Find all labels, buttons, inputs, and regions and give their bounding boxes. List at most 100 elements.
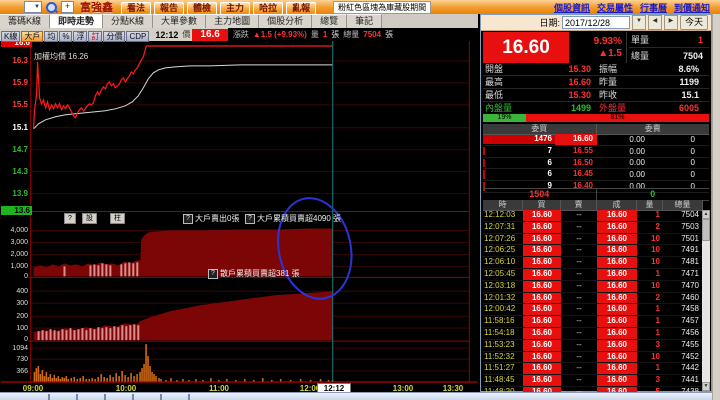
trade-bid: 16.60 [523, 351, 561, 363]
y-axis-label: 13.6 [1, 206, 32, 215]
trade-row: 12:07:31 16.60 -- 16.60 2 7503 [483, 221, 703, 234]
tab-6[interactable]: 總覽 [312, 14, 348, 28]
date-dropdown-icon[interactable]: ▼ [631, 15, 646, 30]
chart-toggle-4[interactable]: 浮 [73, 30, 88, 42]
scroll-down-icon[interactable]: ▼ [702, 382, 710, 391]
treasury-stripe [63, 266, 66, 277]
y-axis-label: 13.9 [12, 189, 28, 198]
volume-bar [133, 376, 135, 383]
scroll-up-icon[interactable]: ▲ [702, 210, 710, 219]
topbar-link-1[interactable]: 交易屬性 [597, 1, 633, 14]
scroll-thumb[interactable] [702, 219, 710, 241]
trade-volume: 10 [651, 233, 660, 243]
tab-3[interactable]: 大單參數 [153, 14, 207, 28]
treasury-stripe [120, 264, 123, 277]
volume-bar [124, 375, 126, 383]
ask-qty: 0 [690, 134, 695, 144]
trade-row: 12:07:26 16.60 -- 16.60 10 7501 [483, 233, 703, 246]
today-button[interactable]: 今天 [679, 15, 708, 30]
help-icon[interactable]: ? [183, 213, 193, 224]
toolbar-button-3[interactable]: 主力 [220, 2, 251, 15]
trade-list-scrollbar[interactable]: ▲ ▼ [702, 210, 710, 391]
book-row: 6 16.50 0.00 0 [483, 158, 709, 170]
help-icon[interactable]: ? [208, 268, 218, 279]
quote-label: 振幅 [599, 64, 618, 74]
chart-toggle-6[interactable]: 分價 [103, 30, 126, 42]
quote-value: 16.60 [568, 76, 591, 87]
trade-ask: -- [576, 245, 582, 255]
trade-col-header: 時 [483, 200, 523, 210]
toolbar-button-0[interactable]: 看法 [121, 2, 152, 15]
volume-bar [41, 370, 44, 383]
volume-bar [136, 374, 138, 383]
toolbar-button-4[interactable]: 哈拉 [253, 2, 284, 15]
trade-ask: -- [576, 327, 582, 337]
stock-picker-dropdown[interactable]: ▼ [24, 1, 42, 13]
trade-total: 7456 [681, 327, 699, 337]
volume-bar [43, 376, 46, 383]
treasury-stripe [61, 329, 64, 341]
y-axis-label: 16.3 [12, 56, 28, 65]
y-axis-label: 200 [16, 313, 28, 320]
volume-bar [53, 375, 56, 383]
date-input[interactable] [561, 16, 630, 29]
trade-total: 7504 [681, 210, 699, 219]
trade-time: 11:53:23 [484, 339, 515, 349]
price-badge: 16.6 [192, 28, 228, 41]
horizontal-scrollbar[interactable] [0, 392, 712, 400]
chart-toggle-1[interactable]: 大戶 [21, 30, 44, 42]
quote-label: 最低 [485, 90, 504, 100]
volume-bar [103, 377, 105, 383]
treasury-stripe [101, 263, 104, 277]
inner-outer-row: 內盤量 1499 外盤量 6005 [483, 101, 709, 115]
quote-value: 15.30 [568, 63, 591, 74]
toolbar-button-1[interactable]: 報告 [154, 2, 185, 15]
quote-strip: 漲跌 ▲1.5 (+9.93%) 量 1 張 總量 7504 張 [227, 28, 478, 41]
chart-toggle-0[interactable]: K線 [1, 30, 21, 42]
topbar-links: 個股資訊 交易屬性 行事曆 到價通知 [554, 1, 710, 14]
chart-toggle-7[interactable]: CDP [126, 30, 150, 42]
chart-toggle-3[interactable]: % [59, 30, 73, 42]
treasury-stripe [124, 263, 127, 277]
trade-row: 12:03:18 16.60 -- 16.60 10 7470 [483, 280, 703, 293]
y-axis-label: 2,000 [10, 251, 28, 258]
treasury-stripe [136, 262, 139, 277]
trade-volume: 1 [655, 316, 660, 326]
trade-bid: 16.60 [523, 327, 561, 339]
treasury-stripe [137, 325, 140, 341]
tab-5[interactable]: 個股分析 [259, 14, 313, 28]
trade-volume: 1 [655, 268, 660, 278]
treasury-stripe [89, 265, 92, 277]
toolbar-button-5[interactable]: 亂報 [286, 2, 317, 15]
trade-row: 11:52:32 16.60 -- 16.60 10 7452 [483, 351, 703, 364]
chart-toggle-2[interactable]: 均 [44, 30, 59, 42]
treasury-stripe [93, 264, 96, 277]
trade-bid: 16.60 [523, 245, 561, 257]
pane-bar-button[interactable]: 柱 [110, 213, 125, 224]
trade-ask: -- [576, 375, 582, 385]
trade-col-header: 成 [597, 200, 637, 210]
trade-row: 12:12:03 16.60 -- 16.60 1 7504 [483, 210, 703, 222]
search-icon[interactable] [46, 1, 57, 13]
trade-time: 11:58:16 [484, 316, 515, 326]
prev-day-button[interactable]: ◀ [647, 15, 662, 30]
pane-help-button[interactable]: ? [64, 213, 76, 224]
trade-time: 12:12:03 [484, 210, 516, 219]
quote-row: 最高 16.60 昨量 1199 [483, 75, 709, 89]
toolbar-button-2[interactable]: 體檢 [187, 2, 218, 15]
topbar-link-0[interactable]: 個股資訊 [554, 1, 590, 14]
help-icon[interactable]: ? [245, 213, 255, 224]
trade-time: 12:01:32 [484, 292, 516, 302]
tab-7[interactable]: 筆記 [347, 14, 383, 28]
next-day-button[interactable]: ▶ [663, 15, 678, 30]
date-row: 日期: ▼ ◀ ▶ 今天 [481, 15, 711, 31]
window-right-frame [712, 14, 720, 400]
y-axis-label: 400 [16, 288, 28, 295]
topbar-link-2[interactable]: 行事曆 [640, 1, 667, 14]
topbar-link-3[interactable]: 到價通知 [674, 1, 710, 14]
chart-toggle-5[interactable]: 訂 [88, 30, 103, 42]
tab-4[interactable]: 主力地圖 [206, 14, 260, 28]
volume-bar [100, 374, 102, 383]
pane-settings-button[interactable]: 設 [82, 213, 97, 224]
add-button[interactable]: + [61, 1, 74, 13]
